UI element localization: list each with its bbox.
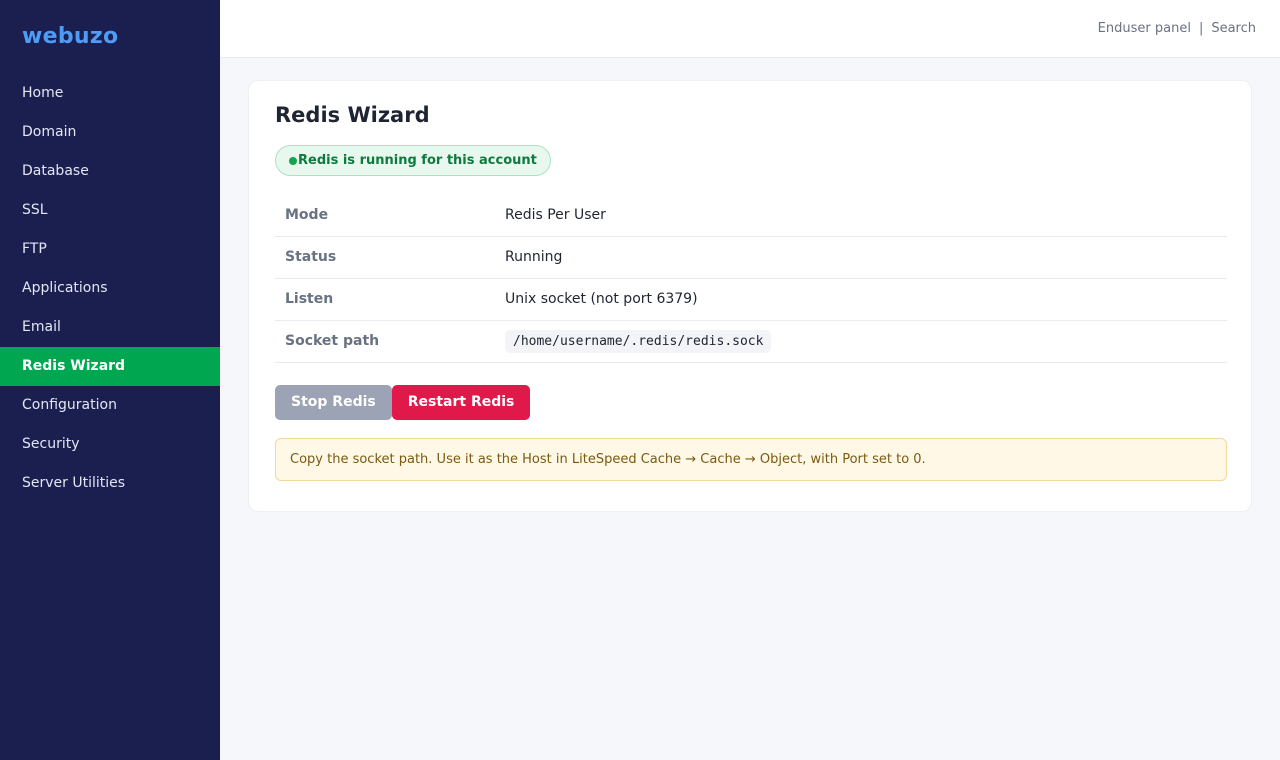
row-label-status: Status [285,249,337,265]
content: Redis Wizard Redis is running for this a… [220,58,1280,534]
search-link[interactable]: Search [1211,21,1256,36]
sidebar-item-applications[interactable]: Applications [0,269,220,308]
sidebar-item-server-utilities[interactable]: Server Utilities [0,464,220,503]
page-title: Redis Wizard [275,103,430,127]
row-label-socket-path: Socket path [285,333,380,349]
topbar: Enduser panel | Search [220,0,1280,58]
row-value-mode: Redis Per User [505,206,606,223]
sidebar-item-configuration[interactable]: Configuration [0,386,220,425]
sidebar: webuzo Home Domain Database SSL FTP Appl… [0,0,220,760]
row-label-mode: Mode [285,206,329,223]
sidebar-item-ssl[interactable]: SSL [0,191,220,230]
sidebar-item-security[interactable]: Security [0,425,220,464]
sidebar-item-database[interactable]: Database [0,152,220,191]
row-label-listen: Listen [285,291,334,307]
stop-redis-button[interactable]: Stop Redis [275,384,392,420]
table-row: Socket path /home/username/.redis/redis.… [275,320,1227,362]
row-value-socket-path: /home/username/.redis/redis.sock [505,320,1227,362]
table-row: Listen Unix socket (not port 6379) [275,278,1227,320]
status-badge-text: Redis is running for this account [298,153,537,168]
enduser-panel-link[interactable]: Enduser panel [1098,21,1191,36]
row-value-listen: Unix socket (not port 6379) [505,291,698,307]
redis-wizard-card: Redis Wizard Redis is running for this a… [248,80,1252,512]
redis-info-table: Mode Redis Per User Status Running Liste… [275,194,1227,363]
status-badge: Redis is running for this account [275,145,551,176]
main-area: Enduser panel | Search Redis Wizard Redi… [220,0,1280,760]
sidebar-item-domain[interactable]: Domain [0,113,220,152]
app-root: webuzo Home Domain Database SSL FTP Appl… [0,0,1280,760]
sidebar-item-email[interactable]: Email [0,308,220,347]
table-row: Status Running [275,236,1227,278]
row-value-status: Running [505,249,563,265]
status-dot-icon [289,156,297,165]
topbar-separator: | [1198,21,1204,36]
action-buttons: Stop Redis Restart Redis [275,384,1225,420]
brand-logo[interactable]: webuzo [0,0,220,74]
sidebar-nav: Home Domain Database SSL FTP Application… [0,74,220,503]
sidebar-item-redis-wizard[interactable]: Redis Wizard [0,347,220,386]
sidebar-item-home[interactable]: Home [0,74,220,113]
info-notice: Copy the socket path. Use it as the Host… [275,437,1227,481]
table-row: Mode Redis Per User [275,194,1227,236]
restart-redis-button[interactable]: Restart Redis [391,384,531,420]
socket-path-code[interactable]: /home/username/.redis/redis.sock [505,329,772,353]
sidebar-item-ftp[interactable]: FTP [0,230,220,269]
